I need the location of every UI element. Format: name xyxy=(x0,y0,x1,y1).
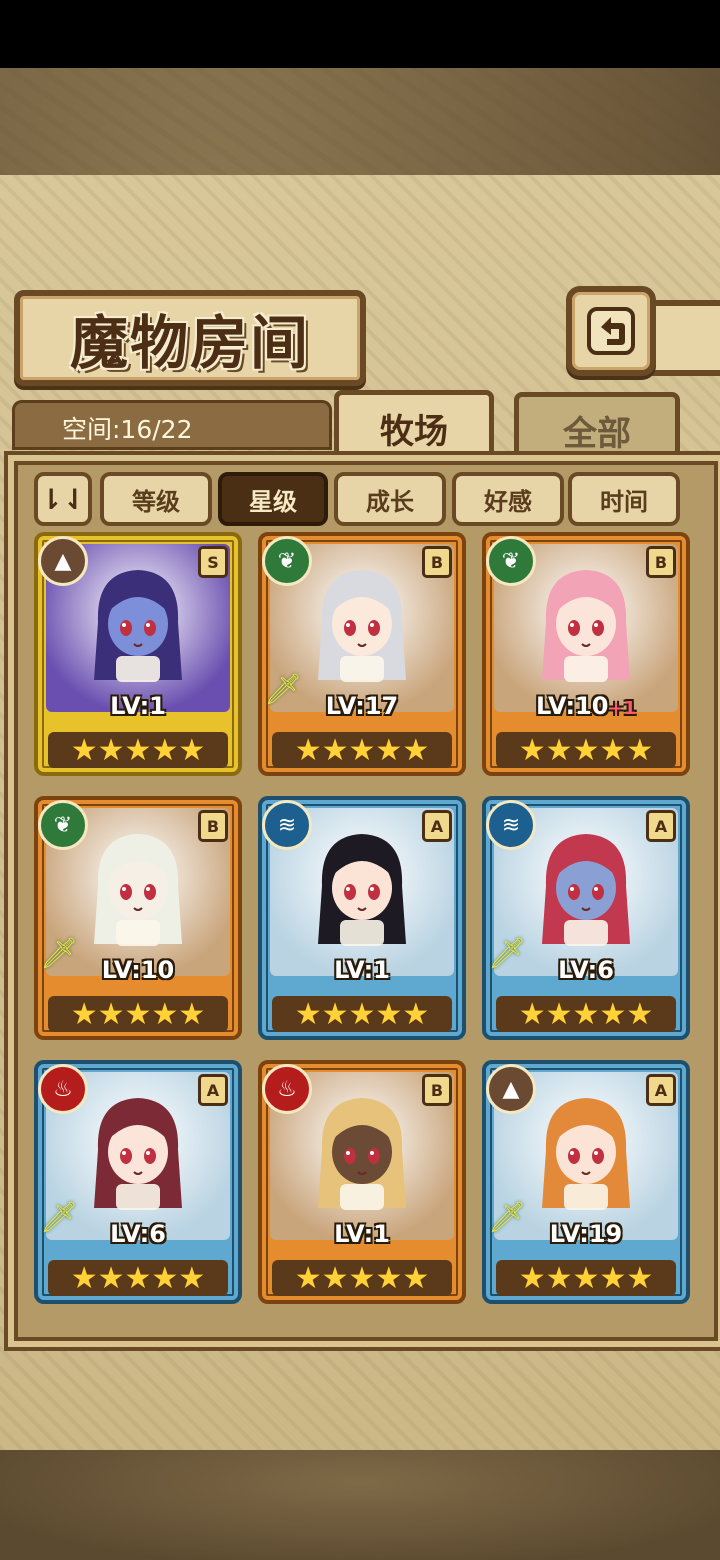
rank-badge: A xyxy=(198,1074,228,1106)
level-text: LV:1 xyxy=(110,692,166,720)
map-background-bottom xyxy=(0,1450,720,1560)
level-text: LV:19 xyxy=(549,1220,623,1248)
monster-level: LV:17 xyxy=(258,692,466,720)
monster-card[interactable]: ▲ S LV:1 ★★★★★ xyxy=(34,532,242,776)
water-element-icon: ≋ xyxy=(486,800,536,850)
back-button-bar xyxy=(648,300,720,376)
level-text: LV:1 xyxy=(334,956,390,984)
monster-card[interactable]: ❦ B 🗡 LV:17 ★★★★★ xyxy=(258,532,466,776)
nature-element-icon: ❦ xyxy=(486,536,536,586)
back-button[interactable] xyxy=(566,286,656,376)
tab-ranch[interactable]: 牧场 xyxy=(334,390,494,461)
monster-card[interactable]: ≋ A LV:1 ★★★★★ xyxy=(258,796,466,1040)
level-text: LV:6 xyxy=(110,1220,166,1248)
level-bonus: +1 xyxy=(608,698,637,719)
star-rating: ★★★★★ xyxy=(496,996,676,1032)
star-rating: ★★★★★ xyxy=(48,1260,228,1296)
earth-element-icon: ▲ xyxy=(486,1064,536,1114)
monster-level: LV:6 xyxy=(34,1220,242,1248)
level-text: LV:17 xyxy=(325,692,399,720)
monster-portrait xyxy=(542,570,630,682)
rank-badge: B xyxy=(198,810,228,842)
fire-element-icon: ♨ xyxy=(38,1064,88,1114)
monster-portrait xyxy=(94,1098,182,1210)
fire-element-icon: ♨ xyxy=(262,1064,312,1114)
star-rating: ★★★★★ xyxy=(496,732,676,768)
water-element-icon: ≋ xyxy=(262,800,312,850)
rank-badge: B xyxy=(422,546,452,578)
monster-level: LV:1 xyxy=(258,1220,466,1248)
monster-level: LV:6 xyxy=(482,956,690,984)
monster-level: LV:1 xyxy=(258,956,466,984)
rank-badge: S xyxy=(198,546,228,578)
rank-badge: B xyxy=(646,546,676,578)
sort-order-button[interactable]: ⇂⇃ xyxy=(34,472,92,526)
tab-all[interactable]: 全部 xyxy=(514,392,680,463)
star-rating: ★★★★★ xyxy=(272,996,452,1032)
level-text: LV:1 xyxy=(334,1220,390,1248)
rank-badge: B xyxy=(422,1074,452,1106)
monster-portrait xyxy=(542,1098,630,1210)
star-rating: ★★★★★ xyxy=(272,732,452,768)
monster-portrait xyxy=(94,834,182,946)
monster-portrait xyxy=(542,834,630,946)
star-rating: ★★★★★ xyxy=(496,1260,676,1296)
filter-affection-button[interactable]: 好感 xyxy=(452,472,564,526)
page-title-plate: 魔物房间 xyxy=(14,290,366,386)
monster-card[interactable]: ♨ B LV:1 ★★★★★ xyxy=(258,1060,466,1304)
monster-level: LV:1 xyxy=(34,692,242,720)
monster-card[interactable]: ≋ A 🗡 LV:6 ★★★★★ xyxy=(482,796,690,1040)
filter-time-button[interactable]: 时间 xyxy=(568,472,680,526)
level-text: LV:6 xyxy=(558,956,614,984)
monster-card[interactable]: ▲ A 🗡 LV:19 ★★★★★ xyxy=(482,1060,690,1304)
filter-star-button[interactable]: 星级 xyxy=(218,472,328,526)
star-rating: ★★★★★ xyxy=(48,996,228,1032)
monster-level: LV:10+1 xyxy=(482,692,690,720)
level-text: LV:10 xyxy=(535,692,609,720)
monster-portrait xyxy=(94,570,182,682)
star-rating: ★★★★★ xyxy=(48,732,228,768)
page-title: 魔物房间 xyxy=(69,309,310,377)
rank-badge: A xyxy=(646,1074,676,1106)
monster-portrait xyxy=(318,1098,406,1210)
monster-portrait xyxy=(318,570,406,682)
level-text: LV:10 xyxy=(101,956,175,984)
filter-level-button[interactable]: 等级 xyxy=(100,472,212,526)
monster-level: LV:10 xyxy=(34,956,242,984)
rank-badge: A xyxy=(646,810,676,842)
space-capacity-label: 空间:16/22 xyxy=(62,415,193,444)
status-bar xyxy=(0,0,720,68)
space-capacity-tab: 空间:16/22 xyxy=(12,400,332,450)
star-rating: ★★★★★ xyxy=(272,1260,452,1296)
earth-element-icon: ▲ xyxy=(38,536,88,586)
monster-level: LV:19 xyxy=(482,1220,690,1248)
return-arrow-icon xyxy=(587,307,635,355)
filter-growth-button[interactable]: 成长 xyxy=(334,472,446,526)
monster-card[interactable]: ❦ B 🗡 LV:10 ★★★★★ xyxy=(34,796,242,1040)
rank-badge: A xyxy=(422,810,452,842)
nature-element-icon: ❦ xyxy=(38,800,88,850)
monster-card[interactable]: ❦ B LV:10+1 ★★★★★ xyxy=(482,532,690,776)
nature-element-icon: ❦ xyxy=(262,536,312,586)
monster-card[interactable]: ♨ A 🗡 LV:6 ★★★★★ xyxy=(34,1060,242,1304)
monster-portrait xyxy=(318,834,406,946)
